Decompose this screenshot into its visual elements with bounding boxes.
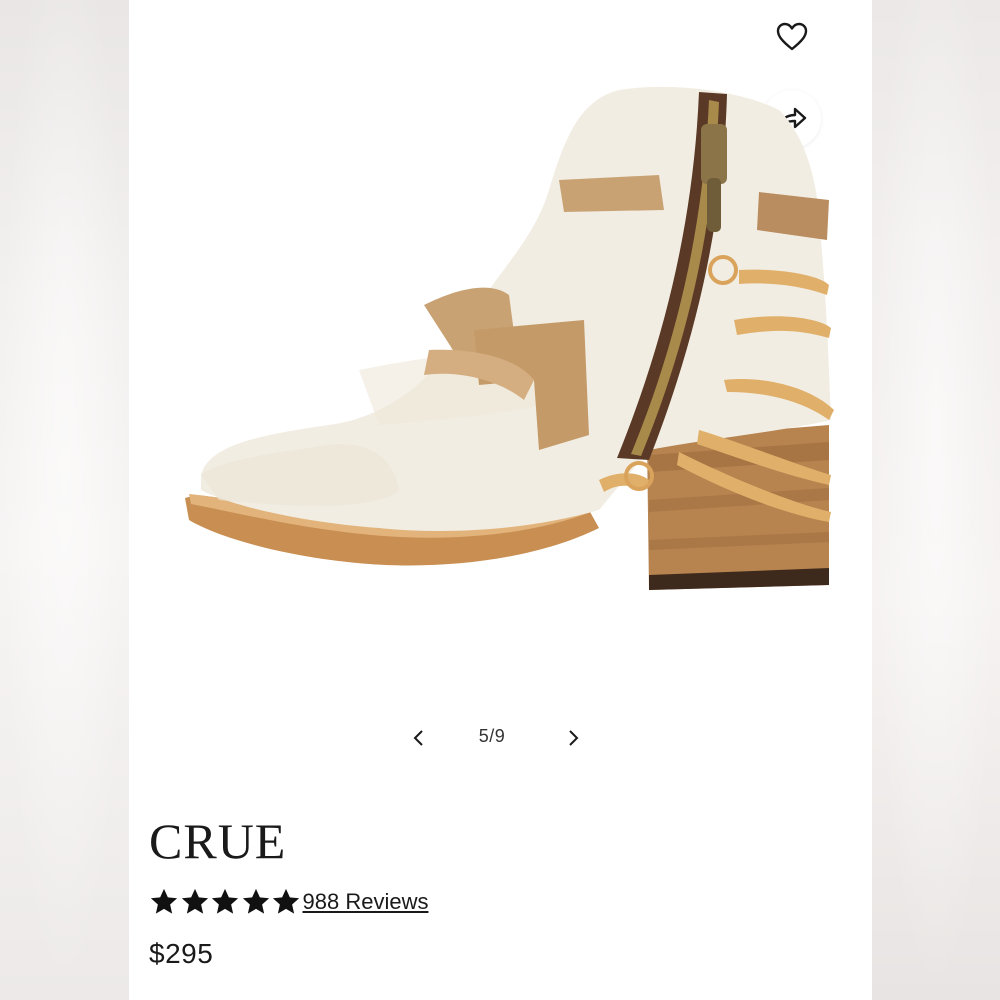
previous-image-button[interactable] xyxy=(405,724,433,752)
star-icon xyxy=(181,888,208,914)
blurred-background-right xyxy=(872,0,1000,1000)
product-title: CRUE xyxy=(149,813,287,869)
product-rating: 988 Reviews xyxy=(149,884,428,920)
chevron-left-icon xyxy=(413,730,423,746)
product-image[interactable] xyxy=(179,80,839,620)
next-image-button[interactable] xyxy=(559,724,587,752)
star-rating xyxy=(149,887,302,917)
product-card: 5/9 CRUE 988 Reviews $295 xyxy=(129,0,872,1000)
star-icon xyxy=(272,888,300,914)
star-icon xyxy=(211,888,239,914)
favorite-button[interactable] xyxy=(763,8,821,66)
heart-icon xyxy=(776,22,808,51)
chevron-right-icon xyxy=(569,730,579,746)
star-icon xyxy=(242,888,269,914)
reviews-link[interactable]: 988 Reviews xyxy=(303,889,429,915)
image-pager: 5/9 xyxy=(399,718,589,758)
blurred-background-left xyxy=(0,0,129,1000)
star-icon xyxy=(150,888,178,914)
image-counter: 5/9 xyxy=(478,726,506,746)
product-price: $295 xyxy=(149,938,214,969)
